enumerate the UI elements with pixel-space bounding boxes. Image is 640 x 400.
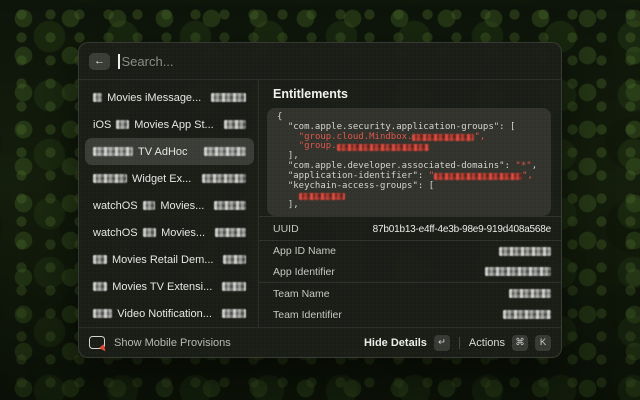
- metadata-label: App Identifier: [273, 266, 335, 278]
- list-item-label: Video Notification...: [117, 308, 212, 320]
- footer-actions: Hide Details ↵ Actions ⌘ K: [364, 335, 551, 351]
- list-item-label: watchOS: [93, 227, 138, 239]
- text-cursor: [118, 54, 120, 69]
- action-bar: Show Mobile Provisions Hide Details ↵ Ac…: [79, 327, 561, 357]
- code-line: ],: [277, 201, 541, 211]
- list-item[interactable]: iOS Movies App St...: [85, 111, 254, 138]
- command-key-icon: ⌘: [512, 335, 528, 351]
- list-item-label: Movies iMessage...: [107, 92, 201, 104]
- code-text: ],: [277, 201, 299, 211]
- redacted-text: [93, 309, 112, 318]
- divider: [459, 337, 460, 349]
- redacted-text: [214, 201, 246, 210]
- list-item-label: Movies Retail Dem...: [112, 254, 213, 266]
- list-item-label: Movies...: [161, 227, 205, 239]
- entitlements-code-block[interactable]: { "com.apple.security.application-groups…: [267, 108, 551, 216]
- mobile-provisions-icon: [89, 336, 105, 349]
- search-bar: ←: [79, 43, 561, 80]
- redacted-text: [204, 147, 246, 156]
- redacted-text: [434, 173, 522, 180]
- redacted-text: [499, 247, 551, 256]
- back-arrow-icon: ←: [94, 55, 105, 67]
- redacted-text: [412, 134, 474, 141]
- return-key-icon: ↵: [434, 335, 450, 351]
- redacted-text: [211, 93, 246, 102]
- redacted-text: [93, 174, 127, 183]
- metadata-label: Team Identifier: [273, 309, 342, 321]
- metadata-section: UUID 87b01b13-e4ff-4e3b-98e9-919d408a568e…: [259, 217, 561, 327]
- list-item[interactable]: Movies Retail Dem...: [85, 246, 254, 273]
- redacted-text: [224, 120, 246, 129]
- content-area: Movies iMessage... iOS Movies App St... TV …: [79, 80, 561, 327]
- provision-list: Movies iMessage... iOS Movies App St... TV …: [79, 80, 259, 327]
- redacted-text: [116, 120, 129, 129]
- list-item[interactable]: watchOS Movies...: [85, 192, 254, 219]
- redacted-text: [503, 310, 551, 319]
- redacted-text: [509, 289, 551, 298]
- metadata-row: App Identifier: [259, 262, 561, 283]
- metadata-row: Team Name: [259, 283, 561, 304]
- redacted-text: [299, 193, 345, 200]
- metadata-value: 87b01b13-e4ff-4e3b-98e9-919d408a568e: [373, 224, 551, 235]
- list-item[interactable]: Video Notification...: [85, 300, 254, 327]
- launcher-window: ← Movies iMessage... iOS Movies App St... T…: [78, 42, 562, 358]
- redacted-text: [222, 309, 246, 318]
- code-text: "keychain-access-groups": [: [277, 182, 434, 192]
- list-item[interactable]: TV AdHoc: [85, 138, 254, 165]
- actions-button[interactable]: Actions: [469, 337, 505, 349]
- list-item[interactable]: Movies iMessage...: [85, 84, 254, 111]
- redacted-text: [93, 93, 102, 102]
- provision-seal-icon: [99, 344, 107, 352]
- entitlements-heading: Entitlements: [259, 80, 561, 108]
- hide-details-button[interactable]: Hide Details: [364, 337, 427, 349]
- redacted-text: [223, 255, 246, 264]
- code-string: ",: [474, 133, 485, 143]
- code-string: ",: [522, 172, 533, 182]
- redacted-text: [93, 282, 107, 291]
- metadata-row: Team Identifier: [259, 304, 561, 325]
- metadata-row: App ID Name: [259, 241, 561, 262]
- redacted-text: [337, 144, 429, 151]
- redacted-text: [222, 282, 246, 291]
- redacted-text: [202, 174, 246, 183]
- metadata-label: Team Name: [273, 288, 330, 300]
- search-input[interactable]: [122, 54, 552, 69]
- list-item-label: Movies App St...: [134, 119, 213, 131]
- back-button[interactable]: ←: [89, 53, 110, 70]
- redacted-text: [485, 267, 551, 276]
- redacted-text: [143, 228, 156, 237]
- code-string: "group.: [299, 142, 337, 152]
- list-item-label: watchOS: [93, 200, 138, 212]
- list-item-label: Widget Ex...: [132, 173, 191, 185]
- list-item-label: Movies TV Extensi...: [112, 281, 212, 293]
- desktop-forest-wallpaper: { "colors": { "accent_red": "#e0564c", "…: [0, 0, 640, 400]
- code-line: "group.: [277, 142, 541, 152]
- redacted-text: [215, 228, 246, 237]
- detail-panel: Entitlements { "com.apple.security.appli…: [259, 80, 561, 327]
- extension-title: Show Mobile Provisions: [114, 337, 231, 349]
- list-item-label: TV AdHoc: [138, 146, 188, 158]
- list-item[interactable]: Movies TV Extensi...: [85, 273, 254, 300]
- metadata-row: UUID 87b01b13-e4ff-4e3b-98e9-919d408a568e: [259, 219, 561, 240]
- code-line: "keychain-access-groups": [: [277, 182, 541, 192]
- redacted-text: [93, 255, 107, 264]
- metadata-label: App ID Name: [273, 245, 336, 257]
- code-line: [277, 191, 541, 201]
- list-item[interactable]: watchOS Movies...: [85, 219, 254, 246]
- redacted-text: [143, 201, 156, 210]
- list-item[interactable]: Widget Ex...: [85, 165, 254, 192]
- redacted-text: [93, 147, 133, 156]
- metadata-label: UUID: [273, 223, 299, 235]
- list-item-label: Movies...: [160, 200, 204, 212]
- list-item-label: iOS: [93, 119, 111, 131]
- k-key-icon: K: [535, 335, 551, 351]
